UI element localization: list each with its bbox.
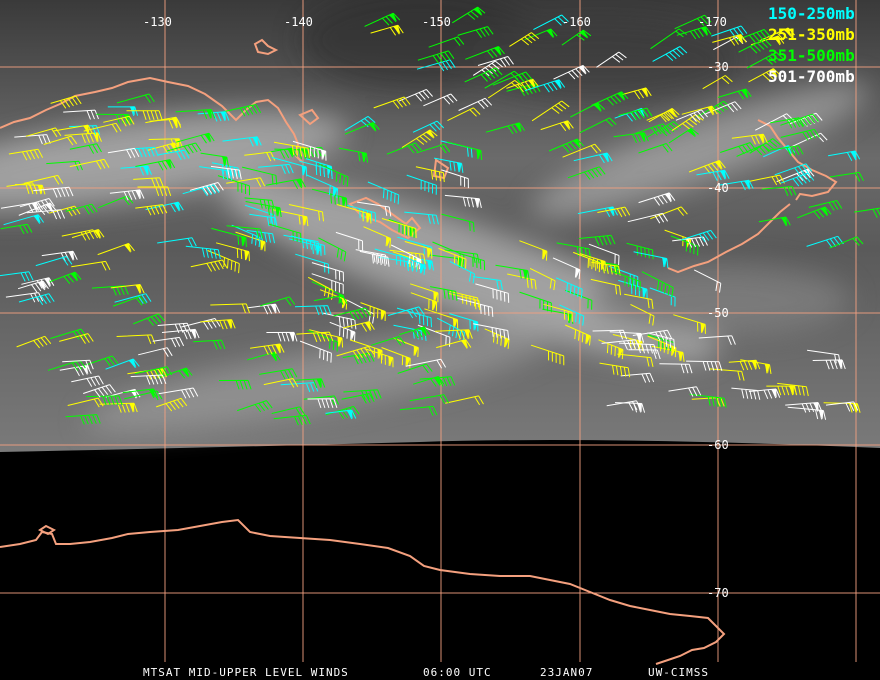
footer-time: 06:00 UTC [423,666,492,679]
lat-label-70: -70 [707,586,729,600]
lon-label-170: -170 [698,15,727,29]
footer-bar: MTSAT MID-UPPER LEVEL WINDS 06:00 UTC 23… [143,666,709,679]
footer-product: MTSAT MID-UPPER LEVEL WINDS [143,666,349,679]
lat-label-50: -50 [707,306,729,320]
antarctica-coastline [0,518,726,665]
legend-251-350mb: 251-350mb [768,25,855,44]
lon-label-160: -160 [562,15,591,29]
legend-351-500mb: 351-500mb [768,46,855,65]
legend-501-700mb: 501-700mb [768,67,855,86]
lat-label-40: -40 [707,181,729,195]
footer-credit: UW-CIMSS [648,666,709,679]
map-canvas: -130 -140 -150 -160 -170 -30 -40 -50 -60… [0,0,880,679]
legend-150-250mb: 150-250mb [768,4,855,23]
satellite-wind-map: -130 -140 -150 -160 -170 -30 -40 -50 -60… [0,0,880,680]
lon-label-130: -130 [143,15,172,29]
lat-label-60: -60 [707,438,729,452]
lat-label-30: -30 [707,60,729,74]
lon-label-140: -140 [284,15,313,29]
footer-date: 23JAN07 [540,666,593,679]
lon-label-150: -150 [422,15,451,29]
